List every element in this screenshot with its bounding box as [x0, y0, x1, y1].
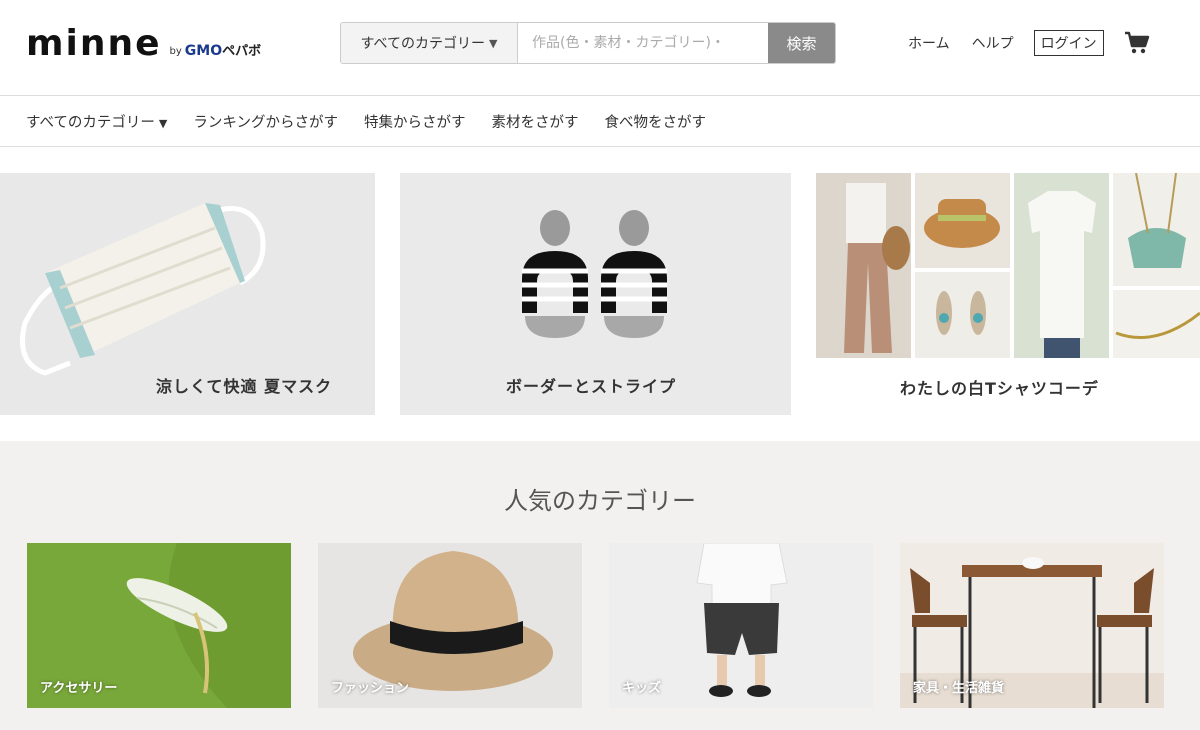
category-card-label: キッズ [622, 681, 662, 696]
category-nav-feature[interactable]: 特集からさがす [364, 111, 466, 132]
category-card-furniture[interactable]: 家具・生活雑貨 [900, 543, 1164, 708]
category-nav-food[interactable]: 食べ物をさがす [604, 111, 706, 132]
category-nav-all[interactable]: すべてのカテゴリー ▼ [26, 111, 167, 132]
minne-logo[interactable]: minne by GMO ペパボ [26, 26, 261, 62]
logo-gmo: GMO [184, 43, 223, 59]
category-nav-ranking[interactable]: ランキングからさがす [193, 111, 338, 132]
search-category-select[interactable]: すべてのカテゴリー ▼ [341, 23, 518, 63]
cart-icon[interactable] [1124, 31, 1150, 55]
caret-down-icon: ▼ [158, 117, 168, 130]
logo-by: by [169, 46, 182, 57]
feature-banner-stripes[interactable]: ボーダーとストライプ [400, 173, 791, 415]
category-card-label: アクセサリー [40, 681, 118, 696]
home-link[interactable]: ホーム [908, 33, 950, 53]
category-card-accessory[interactable]: アクセサリー [27, 543, 291, 708]
feature-caption: 涼しくて快適 夏マスク [156, 377, 333, 396]
category-nav-all-label: すべてのカテゴリー [26, 115, 155, 131]
tshirt-collage-image [816, 173, 1200, 358]
search-button[interactable]: 検索 [768, 23, 835, 63]
logo-wordmark: minne [26, 23, 162, 64]
category-nav-material[interactable]: 素材をさがす [491, 111, 578, 132]
popular-categories-section: 人気のカテゴリー アクセサリー ファッション キッズ 家具・生活雑貨 [0, 441, 1200, 730]
caret-down-icon: ▼ [489, 36, 498, 50]
header-nav: ホーム ヘルプ ログイン [908, 30, 1150, 56]
category-nav: すべてのカテゴリー ▼ ランキングからさがす 特集からさがす 素材をさがす 食べ物… [0, 97, 1200, 147]
search-bar: すべてのカテゴリー ▼ 検索 [340, 22, 836, 64]
category-card-kids[interactable]: キッズ [609, 543, 873, 708]
search-category-label: すべてのカテゴリー [360, 36, 485, 52]
category-card-label: 家具・生活雑貨 [913, 681, 1005, 696]
feature-caption: ボーダーとストライプ [506, 377, 677, 396]
feature-caption: わたしの白Tシャツコーデ [900, 379, 1099, 398]
search-input[interactable] [518, 23, 768, 63]
feature-banner-tshirt[interactable]: わたしの白Tシャツコーデ [816, 173, 1200, 415]
login-button[interactable]: ログイン [1033, 30, 1104, 56]
category-card-fashion[interactable]: ファッション [318, 543, 582, 708]
feature-banner-mask[interactable]: 涼しくて快適 夏マスク [0, 173, 375, 415]
help-link[interactable]: ヘルプ [972, 33, 1014, 53]
category-card-label: ファッション [331, 681, 410, 696]
site-header: minne by GMO ペパボ すべてのカテゴリー ▼ 検索 ホーム ヘルプ … [0, 0, 1200, 96]
logo-pepabo: ペパボ [222, 44, 262, 59]
section-title: 人気のカテゴリー [504, 487, 696, 515]
